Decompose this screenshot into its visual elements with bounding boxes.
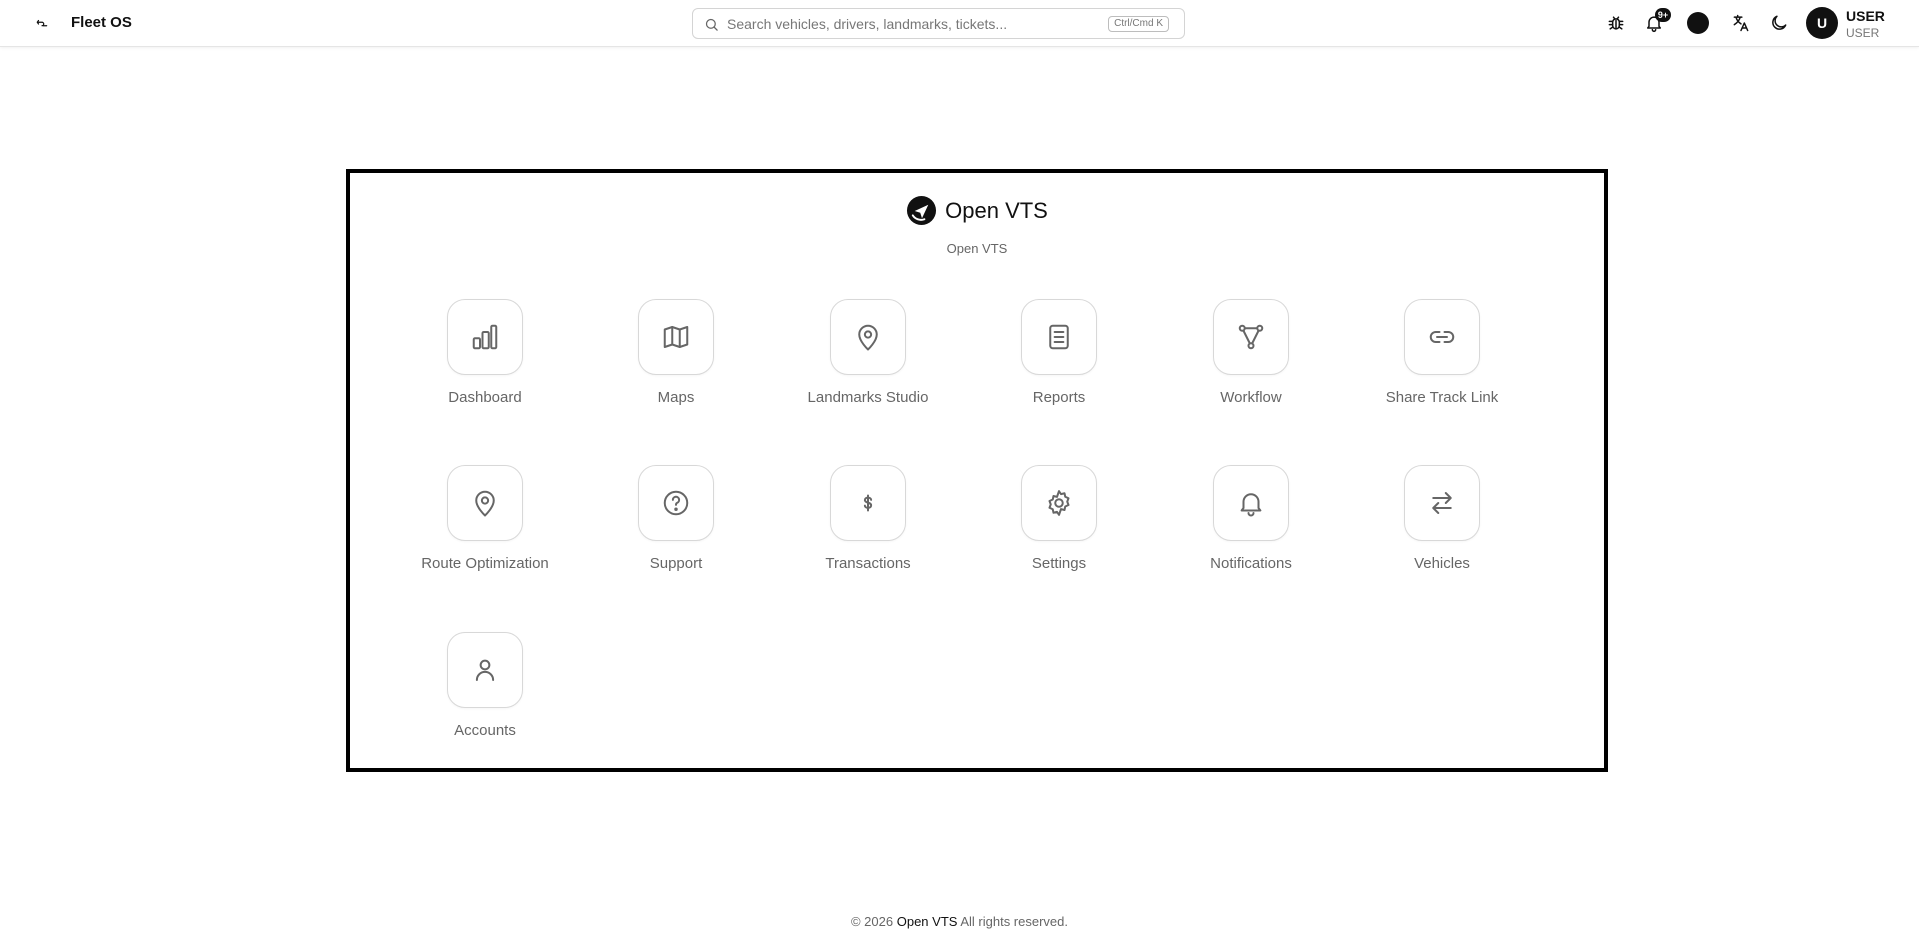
debug-button[interactable] — [1603, 10, 1629, 36]
app-tile-label: Dashboard — [448, 389, 522, 406]
app-tile-icon-box — [1021, 465, 1097, 541]
app-tile-icon-box — [638, 465, 714, 541]
app-tile-support[interactable]: Support — [596, 465, 756, 605]
map-pin-icon — [475, 490, 495, 517]
app-tile-icon-box — [830, 465, 906, 541]
app-tile-icon-box — [1021, 299, 1097, 375]
app-tile-maps[interactable]: Maps — [596, 299, 756, 439]
workflow-icon — [1238, 324, 1264, 350]
app-tile-label: Landmarks Studio — [807, 389, 929, 406]
app-tile-share-track-link[interactable]: Share Track Link — [1362, 299, 1522, 439]
app-tile-route-optimization[interactable]: Route Optimization — [405, 465, 565, 605]
app-tile-label: Share Track Link — [1385, 389, 1499, 406]
footer-rights: All rights reserved. — [960, 914, 1068, 929]
app-tile-icon-box — [447, 632, 523, 708]
bell-icon — [1240, 493, 1262, 517]
app-tile-icon-box — [1213, 465, 1289, 541]
app-tile-label: Maps — [657, 389, 695, 406]
app-tile-icon-box — [1213, 299, 1289, 375]
notifications-button[interactable]: 9+ — [1641, 8, 1671, 36]
app-tile-label: Notifications — [1210, 555, 1292, 572]
app-tile-label: Reports — [1032, 389, 1086, 406]
app-tile-label: Accounts — [454, 722, 516, 739]
link-icon — [1429, 331, 1455, 343]
user-name: USER — [1846, 8, 1885, 24]
app-tile-settings[interactable]: Settings — [979, 465, 1139, 605]
open-vts-logo-icon — [907, 195, 937, 226]
app-launcher-panel: Open VTS Open VTS Dashboard Maps Landmar… — [346, 169, 1608, 772]
top-bar: Fleet OS Ctrl/Cmd K 9+ U USER USER — [0, 0, 1919, 47]
dollar-icon — [863, 494, 873, 512]
help-circle-icon — [663, 490, 689, 516]
app-tile-label: Route Optimization — [421, 555, 549, 572]
moon-icon — [1772, 15, 1787, 30]
user-icon — [475, 659, 495, 681]
brand-header: Open VTS — [350, 195, 1604, 226]
app-tile-transactions[interactable]: Transactions — [788, 465, 948, 605]
brand-name: Open VTS — [945, 197, 1048, 223]
bug-icon — [1608, 16, 1624, 30]
arrows-swap-icon — [1432, 492, 1452, 514]
translate-icon — [1733, 14, 1749, 32]
app-tile-icon-box — [447, 465, 523, 541]
app-tile-label: Workflow — [1220, 389, 1282, 406]
footer-copyright: © 2026 — [850, 914, 894, 929]
app-tile-label: Vehicles — [1414, 555, 1470, 572]
app-tile-icon-box — [1404, 299, 1480, 375]
bar-chart-icon — [472, 324, 498, 350]
sidebar-toggle-button[interactable] — [30, 12, 54, 36]
map-pin-icon — [858, 324, 878, 351]
app-tile-notifications[interactable]: Notifications — [1171, 465, 1331, 605]
footer-brand-link[interactable]: Open VTS — [897, 914, 958, 929]
footer: © 2026 Open VTS All rights reserved. — [0, 914, 1919, 929]
app-tile-icon-box — [830, 299, 906, 375]
app-tile-dashboard[interactable]: Dashboard — [405, 299, 565, 439]
theme-toggle-button[interactable] — [1766, 10, 1792, 36]
app-tile-landmarks-studio[interactable]: Landmarks Studio — [788, 299, 948, 439]
search-input[interactable] — [727, 13, 1087, 35]
language-button[interactable] — [1728, 10, 1754, 36]
search-shortcut-hint: Ctrl/Cmd K — [1108, 16, 1169, 32]
app-tile-vehicles[interactable]: Vehicles — [1362, 465, 1522, 605]
global-search[interactable]: Ctrl/Cmd K — [692, 8, 1185, 39]
app-tile-icon-box — [447, 299, 523, 375]
app-tile-reports[interactable]: Reports — [979, 299, 1139, 439]
user-role: USER — [1846, 26, 1880, 40]
map-icon — [663, 326, 689, 348]
sidebar-toggle-icon — [36, 19, 48, 27]
app-tile-label: Settings — [1031, 555, 1087, 572]
app-tile-label: Support — [649, 555, 703, 572]
status-indicator-button[interactable] — [1685, 10, 1711, 36]
brand-subtitle: Open VTS — [946, 241, 1008, 256]
app-title: Fleet OS — [71, 14, 132, 31]
gear-icon — [1048, 490, 1070, 516]
document-icon — [1049, 324, 1069, 350]
app-tile-icon-box — [1404, 465, 1480, 541]
app-tile-accounts[interactable]: Accounts — [405, 632, 565, 772]
search-icon — [705, 18, 718, 31]
app-tile-label: Transactions — [825, 555, 911, 572]
status-dot-icon — [1687, 12, 1709, 34]
notifications-badge: 9+ — [1655, 8, 1671, 22]
user-avatar[interactable]: U — [1806, 7, 1838, 39]
app-tile-workflow[interactable]: Workflow — [1171, 299, 1331, 439]
app-tile-icon-box — [638, 299, 714, 375]
